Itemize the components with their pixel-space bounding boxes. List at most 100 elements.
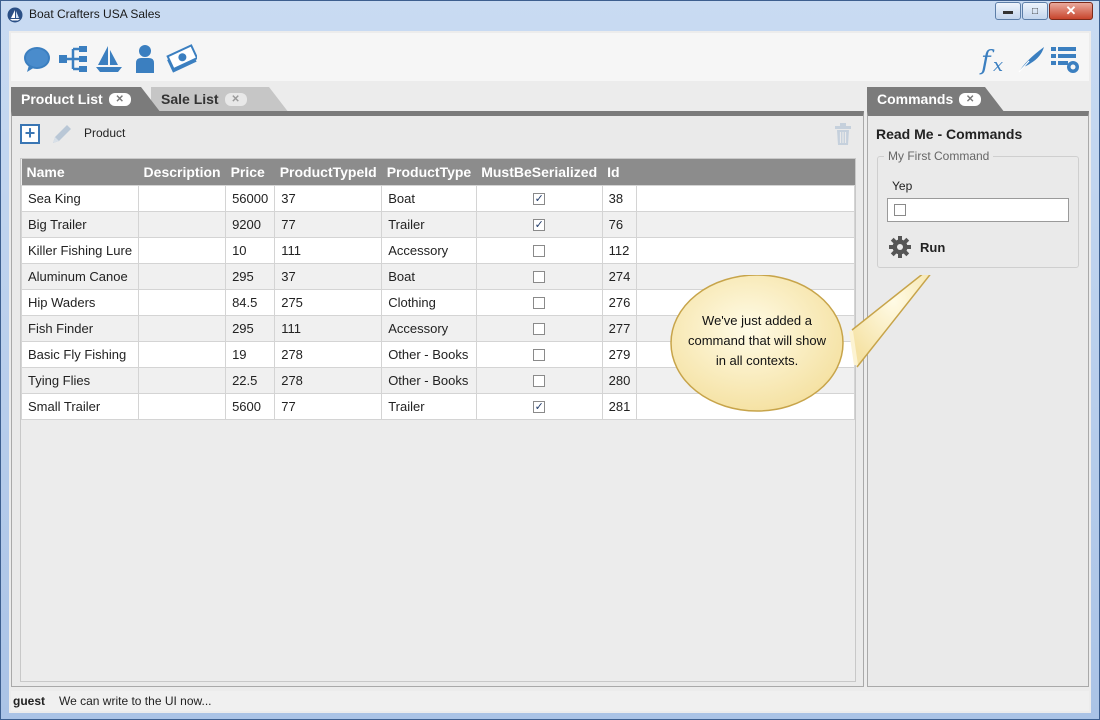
- col-name[interactable]: Name: [21, 159, 139, 185]
- col-price[interactable]: Price: [225, 159, 275, 185]
- run-button[interactable]: Run: [888, 235, 945, 259]
- add-product-button[interactable]: +: [20, 124, 40, 144]
- cell-price[interactable]: 295: [225, 262, 276, 290]
- cell-price[interactable]: 19: [225, 340, 276, 368]
- col-product-type-id[interactable]: ProductTypeId: [274, 159, 382, 185]
- cell-name[interactable]: Tying Flies: [20, 366, 140, 394]
- cell-description[interactable]: [138, 210, 227, 238]
- cell-must-be-serialized[interactable]: [475, 366, 603, 394]
- cell-must-be-serialized[interactable]: [475, 314, 603, 342]
- cell-id[interactable]: 280: [601, 366, 638, 394]
- cell-product-type[interactable]: Boat: [381, 262, 477, 290]
- cell-id[interactable]: 279: [601, 340, 638, 368]
- table-row[interactable]: Big Trailer 9200 77 Trailer ✓ 76: [20, 210, 855, 238]
- table-row[interactable]: Killer Fishing Lure 10 111 Accessory 112: [20, 236, 855, 264]
- close-button[interactable]: ✕: [1049, 2, 1093, 20]
- cell-price[interactable]: 10: [225, 236, 276, 264]
- table-row[interactable]: Sea King 56000 37 Boat ✓ 38: [20, 184, 855, 212]
- cell-product-type[interactable]: Boat: [381, 184, 477, 212]
- cell-product-type-id[interactable]: 111: [274, 236, 383, 264]
- serialized-checkbox[interactable]: [533, 349, 546, 362]
- cell-id[interactable]: 281: [601, 392, 638, 420]
- cell-product-type-id[interactable]: 275: [274, 288, 383, 316]
- cell-price[interactable]: 56000: [225, 184, 276, 212]
- cell-name[interactable]: Big Trailer: [20, 210, 140, 238]
- cell-product-type-id[interactable]: 111: [274, 314, 383, 342]
- cell-must-be-serialized[interactable]: ✓: [475, 210, 603, 238]
- edit-pencil-icon[interactable]: [50, 122, 74, 146]
- cell-description[interactable]: [138, 262, 227, 290]
- serialized-checkbox[interactable]: ✓: [533, 219, 546, 232]
- cell-product-type[interactable]: Clothing: [381, 288, 477, 316]
- cell-description[interactable]: [138, 340, 227, 368]
- col-id[interactable]: Id: [602, 159, 637, 185]
- cell-price[interactable]: 22.5: [225, 366, 276, 394]
- cell-product-type-id[interactable]: 278: [274, 340, 383, 368]
- hierarchy-icon[interactable]: [57, 43, 89, 75]
- serialized-checkbox[interactable]: [533, 271, 546, 284]
- cell-name[interactable]: Aluminum Canoe: [20, 262, 140, 290]
- cell-price[interactable]: 84.5: [225, 288, 276, 316]
- maximize-button[interactable]: □: [1022, 2, 1048, 20]
- quill-pen-icon[interactable]: [1015, 43, 1047, 75]
- col-description[interactable]: Description: [138, 159, 226, 185]
- close-tab-icon[interactable]: ✕: [108, 93, 131, 106]
- title-bar[interactable]: Boat Crafters USA Sales ▬ □ ✕: [1, 1, 1099, 29]
- col-product-type[interactable]: ProductType: [381, 159, 477, 185]
- cell-price[interactable]: 295: [225, 314, 276, 342]
- cell-product-type[interactable]: Other - Books: [381, 366, 477, 394]
- delete-trash-icon[interactable]: [833, 122, 853, 146]
- cell-must-be-serialized[interactable]: [475, 262, 603, 290]
- sailboat-icon[interactable]: [93, 43, 125, 75]
- col-must-be-serialized[interactable]: MustBeSerialized: [476, 159, 603, 185]
- person-icon[interactable]: [129, 43, 161, 75]
- serialized-checkbox[interactable]: [533, 375, 546, 388]
- cell-id[interactable]: 277: [601, 314, 638, 342]
- serialized-checkbox[interactable]: ✓: [533, 401, 546, 414]
- serialized-checkbox[interactable]: [533, 323, 546, 336]
- close-tab-icon[interactable]: ✕: [224, 93, 247, 106]
- cell-product-type[interactable]: Accessory: [381, 314, 477, 342]
- yep-field[interactable]: [887, 198, 1069, 222]
- cell-product-type[interactable]: Trailer: [381, 392, 477, 420]
- cell-name[interactable]: Fish Finder: [20, 314, 140, 342]
- chat-bubble-icon[interactable]: [21, 43, 53, 75]
- money-icon[interactable]: [165, 43, 197, 75]
- cell-price[interactable]: 5600: [225, 392, 276, 420]
- cell-id[interactable]: 276: [601, 288, 638, 316]
- cell-product-type[interactable]: Other - Books: [381, 340, 477, 368]
- yep-checkbox[interactable]: [894, 204, 906, 216]
- cell-description[interactable]: [138, 366, 227, 394]
- cell-name[interactable]: Basic Fly Fishing: [20, 340, 140, 368]
- cell-id[interactable]: 38: [601, 184, 638, 212]
- cell-price[interactable]: 9200: [225, 210, 276, 238]
- cell-name[interactable]: Hip Waders: [20, 288, 140, 316]
- minimize-button[interactable]: ▬: [995, 2, 1021, 20]
- cell-must-be-serialized[interactable]: [475, 340, 603, 368]
- cell-description[interactable]: [138, 392, 227, 420]
- cell-name[interactable]: Sea King: [20, 184, 140, 212]
- function-fx-icon[interactable]: f x: [979, 43, 1011, 75]
- cell-product-type[interactable]: Trailer: [381, 210, 477, 238]
- cell-id[interactable]: 274: [601, 262, 638, 290]
- tab-sale-list[interactable]: Sale List ✕: [151, 87, 269, 113]
- cell-must-be-serialized[interactable]: ✓: [475, 392, 603, 420]
- cell-description[interactable]: [138, 184, 227, 212]
- cell-product-type-id[interactable]: 77: [274, 392, 383, 420]
- tab-commands[interactable]: Commands ✕: [867, 87, 985, 113]
- cell-product-type[interactable]: Accessory: [381, 236, 477, 264]
- cell-product-type-id[interactable]: 37: [274, 262, 383, 290]
- cell-product-type-id[interactable]: 77: [274, 210, 383, 238]
- cell-must-be-serialized[interactable]: ✓: [475, 184, 603, 212]
- close-tab-icon[interactable]: ✕: [959, 93, 982, 106]
- cell-id[interactable]: 112: [601, 236, 638, 264]
- cell-description[interactable]: [138, 314, 227, 342]
- serialized-checkbox[interactable]: [533, 245, 546, 258]
- cell-product-type-id[interactable]: 37: [274, 184, 383, 212]
- serialized-checkbox[interactable]: [533, 297, 546, 310]
- cell-name[interactable]: Killer Fishing Lure: [20, 236, 140, 264]
- cell-must-be-serialized[interactable]: [475, 236, 603, 264]
- cell-description[interactable]: [138, 236, 227, 264]
- list-settings-icon[interactable]: [1049, 43, 1081, 75]
- tab-product-list[interactable]: Product List ✕: [11, 87, 141, 113]
